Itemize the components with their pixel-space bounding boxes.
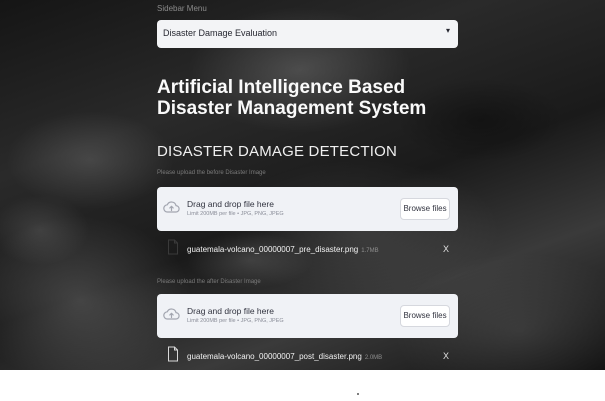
pre-upload-label: Please upload the before Disaster Image xyxy=(157,170,266,176)
page-subtitle: DISASTER DAMAGE DETECTION xyxy=(157,143,398,160)
file-name: guatemala-volcano_00000007_pre_disaster.… xyxy=(187,245,379,254)
remove-file-button[interactable]: X xyxy=(443,351,449,361)
file-limit-text: Limit 200MB per file • JPG, PNG, JPEG xyxy=(187,318,284,324)
file-icon xyxy=(167,239,179,260)
app-background: Sidebar Menu Disaster Damage Evaluation … xyxy=(0,0,605,370)
uploaded-file-row: guatemala-volcano_00000007_pre_disaster.… xyxy=(157,239,458,260)
browse-files-button[interactable]: Browse files xyxy=(400,305,450,327)
file-limit-text: Limit 200MB per file • JPG, PNG, JPEG xyxy=(187,211,284,217)
pre-disaster-dropzone[interactable]: Drag and drop file here Limit 200MB per … xyxy=(157,187,458,231)
post-disaster-dropzone[interactable]: Drag and drop file here Limit 200MB per … xyxy=(157,294,458,338)
file-name: guatemala-volcano_00000007_post_disaster… xyxy=(187,352,383,361)
drag-drop-text: Drag and drop file here xyxy=(187,199,274,209)
page-title: Artificial Intelligence Based Disaster M… xyxy=(157,77,427,119)
cloud-upload-icon xyxy=(163,307,180,326)
browse-files-button[interactable]: Browse files xyxy=(400,198,450,220)
file-size: 1.7MB xyxy=(361,248,379,254)
uploaded-file-row: guatemala-volcano_00000007_post_disaster… xyxy=(157,346,458,367)
select-value: Disaster Damage Evaluation xyxy=(163,28,278,38)
chevron-down-icon[interactable]: ▾ xyxy=(446,26,450,35)
file-icon xyxy=(167,346,179,367)
remove-file-button[interactable]: X xyxy=(443,244,449,254)
drag-drop-text: Drag and drop file here xyxy=(187,306,274,316)
page-marker-dot xyxy=(357,393,359,395)
file-size: 2.0MB xyxy=(364,355,383,361)
post-upload-label: Please upload the after Disaster Image xyxy=(157,279,261,285)
page-select[interactable]: Disaster Damage Evaluation ▾ xyxy=(157,20,458,48)
select-label: Sidebar Menu xyxy=(157,4,207,13)
cloud-upload-icon xyxy=(163,200,180,219)
